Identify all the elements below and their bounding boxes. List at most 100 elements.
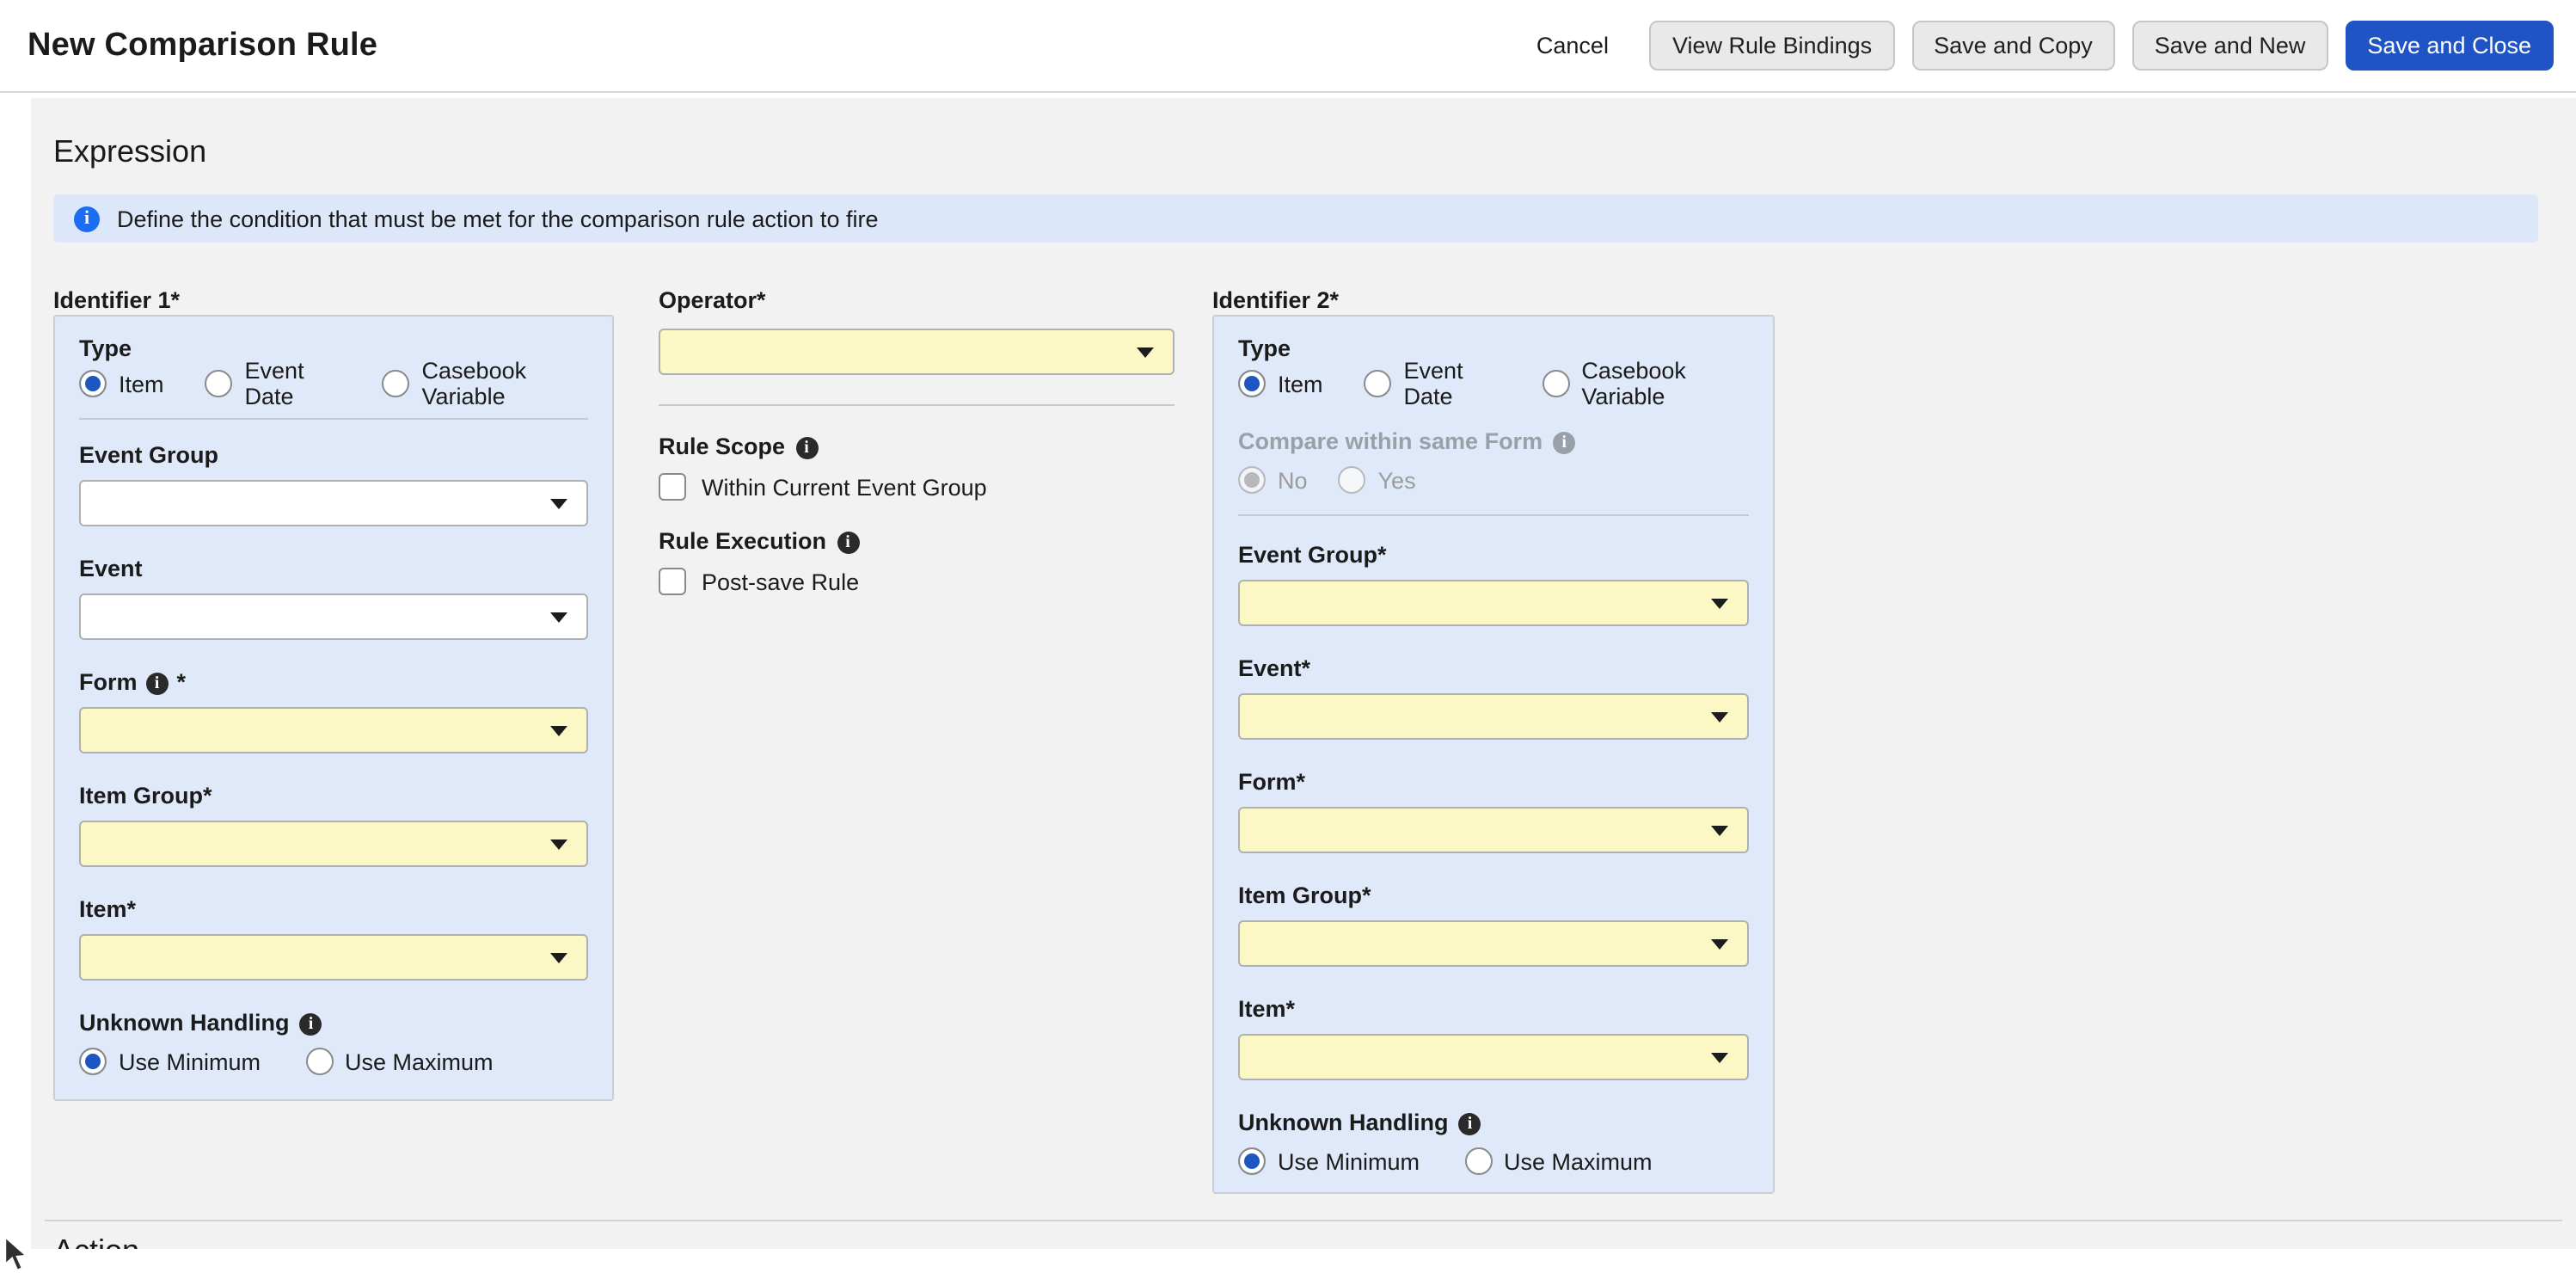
event-select[interactable] bbox=[1238, 693, 1749, 740]
form-select[interactable] bbox=[1238, 807, 1749, 853]
radio-item-use-maximum[interactable]: Use Maximum bbox=[1464, 1147, 1653, 1175]
view-rule-bindings-button[interactable]: View Rule Bindings bbox=[1650, 21, 1894, 71]
field-label: Event* bbox=[1238, 655, 1749, 683]
identifier1-type-group: Type Item Event Date bbox=[79, 335, 588, 401]
radio-disabled-icon bbox=[1339, 466, 1366, 494]
radio-icon[interactable] bbox=[1464, 1147, 1492, 1175]
rule-scope-label: Rule Scope bbox=[659, 434, 1175, 461]
identifier2-type-group: Type Item Event Date bbox=[1238, 335, 1749, 401]
panel-divider bbox=[1238, 514, 1749, 516]
expression-columns: Identifier 1* Type Item Event Date bbox=[53, 287, 2538, 1194]
radio-item-use-maximum[interactable]: Use Maximum bbox=[305, 1048, 494, 1075]
page: New Comparison Rule Cancel View Rule Bin… bbox=[0, 0, 2576, 1261]
radio-selected-icon[interactable] bbox=[1238, 1147, 1266, 1175]
radio-label: Yes bbox=[1378, 467, 1416, 493]
unknown-handling-options: Use Minimum Use Maximum bbox=[1238, 1144, 1749, 1178]
radio-label: Casebook Variable bbox=[1581, 358, 1749, 409]
action-section-title: Action bbox=[53, 1232, 2538, 1249]
save-and-copy-button[interactable]: Save and Copy bbox=[1911, 21, 2115, 71]
identifier2-panel: Type Item Event Date bbox=[1212, 315, 1775, 1194]
dropdown-caret-icon bbox=[550, 953, 567, 963]
identifier1-panel: Type Item Event Date bbox=[53, 315, 614, 1101]
radio-item-item[interactable]: Item bbox=[79, 370, 164, 397]
cancel-button[interactable]: Cancel bbox=[1536, 33, 1609, 58]
field-group-event: Event* bbox=[1238, 655, 1749, 740]
field-label: Event bbox=[79, 556, 588, 583]
event-group-select[interactable] bbox=[79, 480, 588, 526]
field-group-item: Item* bbox=[1238, 996, 1749, 1080]
radio-item-casebook-variable[interactable]: Casebook Variable bbox=[1542, 358, 1749, 409]
radio-item-yes-disabled: Yes bbox=[1339, 466, 1416, 494]
identifier1-label: Identifier 1* bbox=[53, 287, 614, 315]
radio-icon[interactable] bbox=[1542, 370, 1569, 397]
dropdown-caret-icon bbox=[550, 499, 567, 509]
save-and-close-button[interactable]: Save and Close bbox=[2345, 21, 2554, 71]
item-select[interactable] bbox=[1238, 1034, 1749, 1080]
page-title: New Comparison Rule bbox=[28, 27, 377, 65]
identifier2-unknown-handling: Unknown Handling Use Minimum Use Maximum bbox=[1238, 1110, 1749, 1178]
radio-icon[interactable] bbox=[205, 370, 233, 397]
item-select[interactable] bbox=[79, 934, 588, 981]
within-current-event-group-checkbox[interactable] bbox=[659, 473, 686, 501]
radio-item-use-minimum[interactable]: Use Minimum bbox=[79, 1048, 261, 1075]
unknown-handling-info-icon[interactable] bbox=[1459, 1112, 1481, 1135]
identifier1-unknown-handling: Unknown Handling Use Minimum Use Maximum bbox=[79, 1010, 588, 1079]
item-group-select[interactable] bbox=[1238, 920, 1749, 967]
field-group-event: Event bbox=[79, 556, 588, 640]
radio-label: Use Minimum bbox=[1278, 1148, 1420, 1174]
radio-item-casebook-variable[interactable]: Casebook Variable bbox=[383, 358, 588, 409]
radio-label: Item bbox=[1278, 371, 1323, 397]
field-group-event-group: Event Group* bbox=[1238, 542, 1749, 626]
radio-icon[interactable] bbox=[383, 370, 410, 397]
radio-selected-icon[interactable] bbox=[1238, 370, 1266, 397]
dropdown-caret-icon bbox=[1137, 347, 1154, 358]
radio-item-event-date[interactable]: Event Date bbox=[1365, 358, 1501, 409]
rule-scope-info-icon[interactable] bbox=[795, 436, 818, 458]
dropdown-caret-icon bbox=[550, 612, 567, 623]
identifier1-type-options: Item Event Date Casebook Variable bbox=[79, 366, 588, 401]
radio-selected-icon[interactable] bbox=[79, 1048, 107, 1075]
compare-within-same-form-info-icon[interactable] bbox=[1553, 431, 1575, 453]
radio-item-no-disabled: No bbox=[1238, 466, 1308, 494]
radio-selected-icon[interactable] bbox=[79, 370, 107, 397]
header-bar: New Comparison Rule Cancel View Rule Bin… bbox=[0, 0, 2576, 93]
dropdown-caret-icon bbox=[1711, 712, 1728, 723]
field-label: Item Group* bbox=[79, 783, 588, 810]
radio-icon[interactable] bbox=[1365, 370, 1392, 397]
radio-label: Use Maximum bbox=[1504, 1148, 1653, 1174]
rule-execution-info-icon[interactable] bbox=[837, 531, 859, 553]
field-label: Form * bbox=[79, 669, 588, 697]
field-group-event-group: Event Group bbox=[79, 442, 588, 526]
radio-label: Casebook Variable bbox=[422, 358, 588, 409]
field-group-item-group: Item Group* bbox=[79, 783, 588, 867]
radio-label: Event Date bbox=[245, 358, 341, 409]
unknown-handling-info-icon[interactable] bbox=[300, 1012, 322, 1035]
operator-column: Operator* Rule Scope Within Current Even… bbox=[659, 287, 1175, 599]
panel-divider bbox=[79, 418, 588, 420]
unknown-handling-options: Use Minimum Use Maximum bbox=[79, 1044, 588, 1079]
radio-label: Use Maximum bbox=[345, 1049, 494, 1074]
identifier2-column: Identifier 2* Type Item Event Date bbox=[1212, 287, 1775, 1194]
radio-item-use-minimum[interactable]: Use Minimum bbox=[1238, 1147, 1420, 1175]
field-group-form: Form * bbox=[79, 669, 588, 753]
rule-execution-option: Post-save Rule bbox=[659, 564, 1175, 599]
rule-scope-option: Within Current Event Group bbox=[659, 470, 1175, 504]
form-select[interactable] bbox=[79, 707, 588, 753]
radio-item-item[interactable]: Item bbox=[1238, 370, 1323, 397]
expression-section: Expression Define the condition that mus… bbox=[31, 98, 2576, 1249]
radio-disabled-selected-icon bbox=[1238, 466, 1266, 494]
dropdown-caret-icon bbox=[1711, 939, 1728, 950]
event-group-select[interactable] bbox=[1238, 580, 1749, 626]
info-banner: Define the condition that must be met fo… bbox=[53, 194, 2538, 243]
operator-select[interactable] bbox=[659, 329, 1175, 375]
radio-label: Item bbox=[119, 371, 164, 397]
expression-section-title: Expression bbox=[53, 132, 2538, 170]
identifier2-type-options: Item Event Date Casebook Variable bbox=[1238, 366, 1749, 401]
radio-icon[interactable] bbox=[305, 1048, 333, 1075]
form-info-icon[interactable] bbox=[146, 672, 169, 694]
radio-item-event-date[interactable]: Event Date bbox=[205, 358, 341, 409]
post-save-rule-checkbox[interactable] bbox=[659, 568, 686, 595]
item-group-select[interactable] bbox=[79, 821, 588, 867]
save-and-new-button[interactable]: Save and New bbox=[2132, 21, 2328, 71]
event-select[interactable] bbox=[79, 593, 588, 640]
